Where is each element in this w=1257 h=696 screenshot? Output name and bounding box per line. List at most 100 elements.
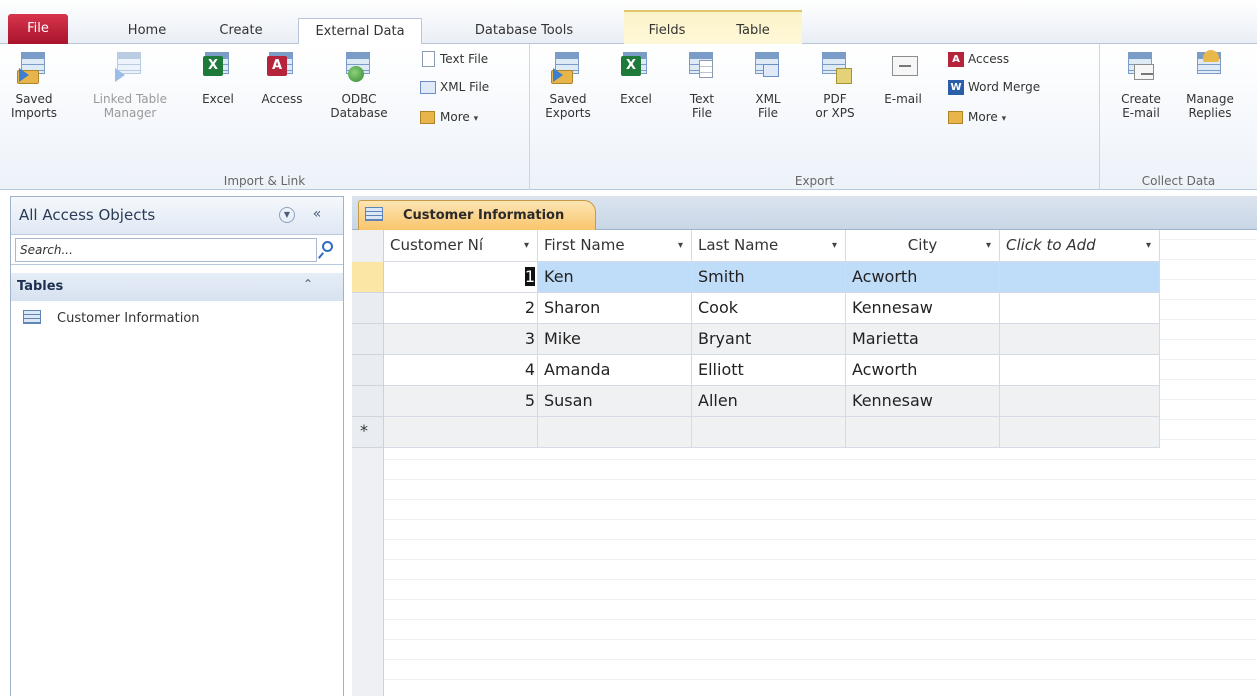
tab-fields[interactable]: Fields bbox=[634, 18, 700, 44]
record-selector[interactable] bbox=[352, 293, 384, 324]
manage-replies-button[interactable]: Manage Replies bbox=[1176, 46, 1244, 120]
tab-create[interactable]: Create bbox=[210, 18, 272, 44]
cell-last-name[interactable]: Bryant bbox=[692, 324, 846, 355]
cell-add[interactable] bbox=[1000, 386, 1160, 417]
table-row[interactable]: 3 Mike Bryant Marietta bbox=[352, 324, 1160, 355]
chevron-down-icon[interactable]: ▾ bbox=[832, 230, 837, 261]
cell-city[interactable]: Kennesaw bbox=[846, 293, 1000, 324]
chevron-down-icon[interactable]: ▾ bbox=[1146, 230, 1151, 261]
table-row[interactable]: 2 Sharon Cook Kennesaw bbox=[352, 293, 1160, 324]
cell-customer-number[interactable]: 1 bbox=[384, 262, 538, 293]
chevron-down-icon[interactable]: ▾ bbox=[678, 230, 683, 261]
search-input[interactable] bbox=[15, 238, 317, 262]
saved-imports-button[interactable]: Saved Imports bbox=[6, 46, 62, 120]
tab-external-data[interactable]: External Data bbox=[298, 18, 422, 45]
manage-replies-label: Manage Replies bbox=[1186, 92, 1234, 120]
table-row[interactable]: 5 Susan Allen Kennesaw bbox=[352, 386, 1160, 417]
record-selector[interactable] bbox=[352, 324, 384, 355]
chevron-down-icon[interactable]: ▾ bbox=[524, 230, 529, 261]
column-header-last-name[interactable]: Last Name ▾ bbox=[692, 230, 846, 262]
cell-customer-number[interactable]: 3 bbox=[384, 324, 538, 355]
cell-first-name[interactable]: Sharon bbox=[538, 293, 692, 324]
cell-customer-number[interactable]: 2 bbox=[384, 293, 538, 324]
import-link-group: Saved Imports Linked Table Manager X Exc… bbox=[0, 44, 530, 190]
chevron-down-icon[interactable]: ▾ bbox=[986, 230, 991, 261]
tab-database-tools[interactable]: Database Tools bbox=[436, 18, 612, 44]
export-access-button[interactable]: A Access bbox=[948, 48, 1009, 70]
table-row[interactable]: 4 Amanda Elliott Acworth bbox=[352, 355, 1160, 386]
collapse-pane-icon[interactable]: « bbox=[309, 207, 325, 223]
cell-first-name[interactable]: Susan bbox=[538, 386, 692, 417]
cell-add[interactable] bbox=[1000, 417, 1160, 448]
odbc-database-button[interactable]: ODBC Database bbox=[324, 46, 394, 120]
text-file-icon bbox=[420, 51, 437, 68]
tab-table[interactable]: Table bbox=[722, 18, 784, 44]
import-excel-button[interactable]: X Excel bbox=[192, 46, 244, 106]
linked-table-manager-button[interactable]: Linked Table Manager bbox=[80, 46, 180, 120]
record-selector[interactable] bbox=[352, 386, 384, 417]
saved-exports-button[interactable]: Saved Exports bbox=[538, 46, 598, 120]
tab-customer-information[interactable]: Customer Information bbox=[358, 200, 596, 230]
cell-add[interactable] bbox=[1000, 262, 1160, 293]
export-text-icon bbox=[685, 50, 719, 84]
export-xml-file-button[interactable]: XML File bbox=[742, 46, 794, 120]
cell-add[interactable] bbox=[1000, 324, 1160, 355]
chevron-down-icon[interactable]: ▼ bbox=[279, 207, 295, 223]
import-more-button[interactable]: More ▾ bbox=[420, 106, 478, 128]
column-header-label: Customer Ní bbox=[390, 236, 484, 254]
chevron-up-icon[interactable]: ⌃ bbox=[303, 277, 313, 291]
more-icon bbox=[420, 109, 437, 126]
export-text-file-button[interactable]: Text File bbox=[676, 46, 728, 120]
export-excel-button[interactable]: X Excel bbox=[610, 46, 662, 106]
nav-item-label: Customer Information bbox=[57, 311, 200, 326]
cell-add[interactable] bbox=[1000, 355, 1160, 386]
cell-first-name[interactable] bbox=[538, 417, 692, 448]
column-header-first-name[interactable]: First Name ▾ bbox=[538, 230, 692, 262]
cell-customer-number[interactable]: 5 bbox=[384, 386, 538, 417]
cell-last-name[interactable]: Cook bbox=[692, 293, 846, 324]
import-link-group-label: Import & Link bbox=[223, 174, 306, 188]
table-row[interactable]: 1 Ken Smith Acworth bbox=[352, 262, 1160, 293]
import-access-button[interactable]: A Access bbox=[252, 46, 312, 106]
export-email-button[interactable]: E-mail bbox=[874, 46, 932, 106]
ribbon: Saved Imports Linked Table Manager X Exc… bbox=[0, 44, 1257, 190]
column-header-customer-number[interactable]: Customer Ní ▾ bbox=[384, 230, 538, 262]
cell-last-name[interactable]: Elliott bbox=[692, 355, 846, 386]
nav-section-tables[interactable]: Tables ⌃ bbox=[11, 273, 343, 301]
cell-customer-number[interactable] bbox=[384, 417, 538, 448]
record-selector[interactable] bbox=[352, 355, 384, 386]
cell-add[interactable] bbox=[1000, 293, 1160, 324]
import-text-file-button[interactable]: Text File bbox=[420, 48, 488, 70]
nav-item-customer-information[interactable]: Customer Information bbox=[11, 305, 343, 331]
datasheet[interactable]: Customer Ní ▾ First Name ▾ Last Name ▾ C… bbox=[352, 230, 1257, 696]
cell-last-name[interactable]: Smith bbox=[692, 262, 846, 293]
cell-last-name[interactable] bbox=[692, 417, 846, 448]
nav-header[interactable]: All Access Objects ▼ « bbox=[11, 197, 343, 235]
cell-first-name[interactable]: Ken bbox=[538, 262, 692, 293]
cell-last-name[interactable]: Allen bbox=[692, 386, 846, 417]
chevron-down-icon: ▾ bbox=[1001, 114, 1007, 124]
new-record-row[interactable]: * bbox=[352, 417, 1160, 448]
search-icon[interactable] bbox=[317, 240, 339, 260]
export-pdf-xps-label: PDF or XPS bbox=[815, 92, 855, 120]
column-header-click-to-add[interactable]: Click to Add ▾ bbox=[1000, 230, 1160, 262]
import-xml-file-button[interactable]: XML File bbox=[420, 76, 489, 98]
cell-first-name[interactable]: Mike bbox=[538, 324, 692, 355]
record-selector[interactable]: * bbox=[352, 417, 384, 448]
export-more-button[interactable]: More ▾ bbox=[948, 106, 1006, 128]
cell-city[interactable] bbox=[846, 417, 1000, 448]
cell-first-name[interactable]: Amanda bbox=[538, 355, 692, 386]
cell-city[interactable]: Acworth bbox=[846, 355, 1000, 386]
cell-city[interactable]: Acworth bbox=[846, 262, 1000, 293]
record-selector[interactable] bbox=[352, 262, 384, 293]
tab-file[interactable]: File bbox=[8, 14, 68, 44]
cell-city[interactable]: Marietta bbox=[846, 324, 1000, 355]
create-email-button[interactable]: Create E-mail bbox=[1110, 46, 1172, 120]
cell-city[interactable]: Kennesaw bbox=[846, 386, 1000, 417]
export-pdf-xps-button[interactable]: PDF or XPS bbox=[808, 46, 862, 120]
document-tab-bar: Customer Information bbox=[352, 196, 1257, 230]
tab-home[interactable]: Home bbox=[118, 18, 176, 44]
word-merge-button[interactable]: W Word Merge bbox=[948, 76, 1040, 98]
column-header-city[interactable]: City ▾ bbox=[846, 230, 1000, 262]
cell-customer-number[interactable]: 4 bbox=[384, 355, 538, 386]
